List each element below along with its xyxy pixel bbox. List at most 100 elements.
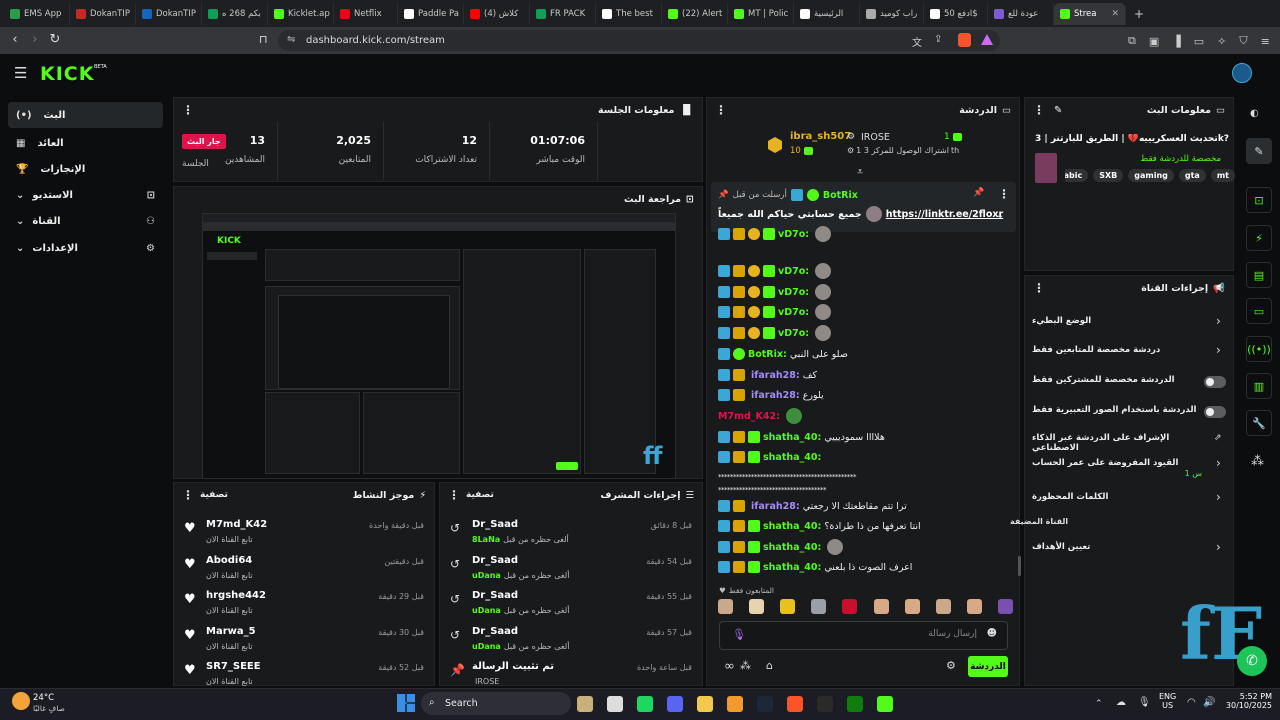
emote-icon[interactable]: [842, 599, 858, 614]
mod-action-item[interactable]: ↺ Dr_Saad uDana ألغى حظره من قبل قبل 55 دقيق…: [440, 584, 702, 620]
reload-icon[interactable]: ↻: [44, 32, 66, 47]
activity-item[interactable]: ♥ hrgshe442 تابع القناة الان قبل 29 دقيقة: [174, 584, 434, 620]
chat-message[interactable]: vD7o:: [718, 283, 832, 301]
browser-tab[interactable]: DokanTIP: [136, 2, 202, 25]
chat-username[interactable]: shatha_40:: [763, 521, 821, 532]
extensions-icon[interactable]: ⧉: [1128, 34, 1136, 48]
activity-user[interactable]: hrgshe442: [206, 590, 266, 601]
chat-username[interactable]: ifarah28:: [751, 501, 800, 512]
chat-input[interactable]: 🎙 إرسال رسالة ☻: [719, 621, 1008, 650]
chat-username[interactable]: BotRix:: [748, 349, 787, 360]
close-tab-icon[interactable]: ✕: [1111, 9, 1119, 19]
activity-user[interactable]: SR7_SEEE: [206, 661, 261, 672]
activity-user[interactable]: Marwa_5: [206, 626, 256, 637]
chat-scrollbar[interactable]: [1018, 556, 1021, 576]
settings-icon[interactable]: ⚙: [946, 659, 956, 672]
stream-tag[interactable]: SXB: [1093, 169, 1124, 182]
infinity-icon[interactable]: ∞: [724, 659, 735, 674]
layout-rail-button[interactable]: ▥: [1246, 373, 1272, 399]
more-options-icon[interactable]: ⋮: [715, 103, 727, 117]
channel-action-label[interactable]: الدردشة مخصصة للمشتركين فقط: [1032, 375, 1202, 385]
translate-icon[interactable]: 文: [912, 34, 922, 49]
mod-action-item[interactable]: ↺ Dr_Saad uDana ألغى حظره من قبل قبل 54 دقيق…: [440, 549, 702, 585]
browser-tab[interactable]: راب كوميد: [860, 2, 924, 25]
store-icon[interactable]: ⌂: [766, 659, 773, 672]
emote-icon[interactable]: [811, 599, 827, 614]
broadcast-rail-button[interactable]: ((•)): [1246, 336, 1272, 362]
mic-tray-icon[interactable]: 🎙: [1138, 697, 1151, 708]
wifi-icon[interactable]: ◠: [1187, 697, 1196, 708]
chat-message[interactable]: shatha_40:: [718, 448, 824, 466]
activity-item[interactable]: ♥ M7md_K42 تابع القناة الان قبل دقيقة واحدة: [174, 513, 434, 549]
category-thumbnail[interactable]: [1035, 153, 1057, 183]
chat-username[interactable]: vD7o:: [778, 266, 809, 277]
mod-action-title[interactable]: تم تثبيت الرسالة: [472, 661, 554, 672]
bookmark-icon[interactable]: ⊓: [259, 33, 268, 46]
channel-action-label[interactable]: الدردشة باستخدام الصور التعبيرية فقط: [1032, 405, 1202, 415]
chat-username[interactable]: vD7o:: [778, 307, 809, 318]
more-options-icon[interactable]: ⋮: [1033, 103, 1045, 117]
browser-tab[interactable]: بكم 268 ه: [202, 2, 268, 25]
list-rail-button[interactable]: ▤: [1246, 262, 1272, 288]
menu-icon[interactable]: ≡: [1261, 35, 1270, 48]
chevron-right-icon[interactable]: ›: [1216, 540, 1221, 554]
emoji-icon[interactable]: ☻: [987, 628, 997, 639]
forward-icon[interactable]: ›: [24, 32, 46, 47]
brave-icon[interactable]: [787, 696, 803, 712]
mod-action-title[interactable]: Dr_Saad: [472, 519, 518, 530]
more-options-icon[interactable]: ⋮: [448, 488, 460, 502]
cloud-icon[interactable]: ☁: [1116, 697, 1126, 708]
vlc-icon[interactable]: [727, 696, 743, 712]
chat-message[interactable]: M7md_K42:: [718, 407, 802, 425]
more-options-icon[interactable]: ⋮: [182, 488, 194, 502]
chevron-down-icon[interactable]: ⌄: [996, 210, 1004, 221]
channel-action-label[interactable]: القناة المضيفة: [1010, 517, 1228, 526]
emote-icon[interactable]: [749, 599, 765, 614]
browser-tab[interactable]: (4) كلاش: [464, 2, 530, 25]
pin-icon[interactable]: 📌: [973, 188, 984, 198]
site-info-icon[interactable]: ⇋: [287, 34, 295, 45]
apps-rail-icon[interactable]: ⁂: [1251, 454, 1264, 469]
more-options-icon[interactable]: ⋮: [182, 103, 194, 117]
browser-tab[interactable]: Strea ✕: [1054, 2, 1126, 25]
tray-chevron-icon[interactable]: ⌃: [1095, 699, 1103, 709]
chat-message[interactable]: ifarah28: يلورع: [718, 386, 824, 404]
screenshot-icon[interactable]: ▣: [1149, 35, 1159, 48]
volume-icon[interactable]: 🔊: [1203, 697, 1215, 708]
folder-icon[interactable]: [697, 696, 713, 712]
browser-tab[interactable]: ادفع 50$: [924, 2, 988, 25]
chevron-right-icon[interactable]: ›: [1216, 490, 1221, 504]
pinned-link[interactable]: https://linktr.ee/2floxr: [886, 209, 1003, 220]
chat-username[interactable]: shatha_40:: [763, 542, 821, 553]
stream-tag[interactable]: gaming: [1128, 169, 1174, 182]
chat-username[interactable]: shatha_40:: [763, 452, 821, 463]
browser-tab[interactable]: عودة للع: [988, 2, 1054, 25]
brave-rewards-icon[interactable]: [981, 34, 993, 45]
xbox-icon[interactable]: [847, 696, 863, 712]
user-avatar[interactable]: [1232, 63, 1252, 83]
mod-action-by[interactable]: uDana: [472, 571, 501, 580]
share-icon[interactable]: ⇪: [934, 34, 942, 45]
spotify-icon[interactable]: [637, 696, 653, 712]
sidebar-item-revenue[interactable]: ▦ العائد: [8, 130, 163, 156]
chat-username[interactable]: shatha_40:: [763, 432, 821, 443]
kick-app-icon[interactable]: [877, 696, 893, 712]
top-user-2[interactable]: IROSE: [861, 132, 890, 143]
brave-shield-icon[interactable]: [958, 33, 971, 47]
browser-tab[interactable]: الرئيسية: [794, 2, 860, 25]
browser-tab[interactable]: Kicklet.ap: [268, 2, 334, 25]
kick-logo[interactable]: KICK: [40, 63, 94, 85]
chat-message[interactable]: vD7o:: [718, 262, 832, 280]
external-link-icon[interactable]: ⇗: [1214, 433, 1222, 443]
mod-filter-button[interactable]: تصفية: [466, 490, 494, 500]
channel-action-label[interactable]: القيود المفروضة على عمر الحساب: [1032, 458, 1202, 468]
mod-action-title[interactable]: Dr_Saad: [472, 590, 518, 601]
channel-action-label[interactable]: الوضع البطيء: [1032, 316, 1202, 326]
mod-action-by[interactable]: uDana: [472, 642, 501, 651]
edit-rail-button[interactable]: ✎: [1246, 138, 1272, 164]
chat-username[interactable]: shatha_40:: [763, 562, 821, 573]
chat-username[interactable]: M7md_K42:: [718, 411, 780, 422]
chevron-down-icon[interactable]: ⌄: [16, 190, 24, 201]
sidebar-item-studio[interactable]: ⌄ الاستديو ⊡: [8, 182, 163, 208]
stream-tag[interactable]: gta: [1178, 169, 1206, 182]
